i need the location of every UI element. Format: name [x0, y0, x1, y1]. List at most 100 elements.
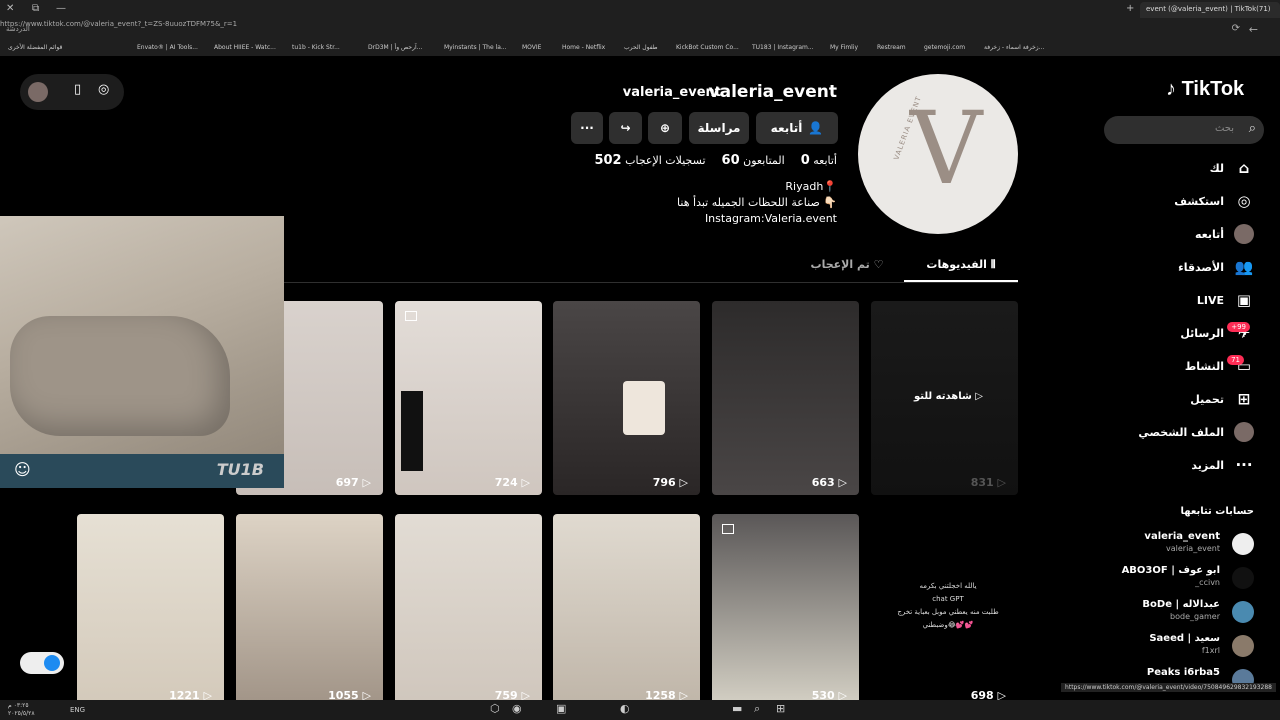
view-count: 1055 ▷: [328, 689, 371, 700]
stat-label: المتابعون: [743, 154, 785, 167]
bookmark-item[interactable]: KickBot Custom Co...: [676, 44, 739, 51]
video-card[interactable]: 796 ▷: [553, 301, 700, 495]
user-avatar[interactable]: [28, 82, 48, 102]
address-bar[interactable]: https://www.tiktok.com/@valeria_event?_t…: [0, 20, 237, 28]
account-name: Saeed | سعيد: [1149, 633, 1220, 644]
avatar: [1232, 567, 1254, 589]
profile-tabs: الفيديوهات ⦀ تم الإعجاب ♡: [790, 252, 1018, 282]
bookmark-item[interactable]: About HIIEE - Watc...: [214, 44, 276, 51]
search-input[interactable]: بحث ⌕: [1104, 116, 1264, 144]
bookmark-item[interactable]: Home - Netflix: [562, 44, 605, 51]
view-count: 530 ▷: [811, 689, 847, 700]
video-card[interactable]: 1055 ▷: [236, 514, 383, 700]
search-icon[interactable]: ⌕: [1249, 121, 1256, 136]
following-stat[interactable]: أتابعه 0: [797, 153, 837, 168]
browser-tab[interactable]: event (@valeria_event) | TikTok(71): [1140, 2, 1280, 18]
taskbar-app-icon[interactable]: ⬡: [490, 702, 500, 715]
stat-value: 0: [800, 153, 810, 168]
following-button[interactable]: أتابعه 👤: [756, 112, 838, 144]
video-card[interactable]: 1221 ▷: [77, 514, 224, 700]
sidebar-item-live[interactable]: LIVE ▣: [1197, 288, 1254, 312]
bookmark-item[interactable]: MOVIE: [522, 44, 541, 51]
bookmark-item[interactable]: getemoji.com: [924, 44, 965, 51]
bookmark-item[interactable]: Myinstants | The la...: [444, 44, 507, 51]
photo-icon: [405, 311, 417, 321]
stat-label: أتابعه: [813, 154, 837, 167]
edge-icon[interactable]: ◐: [620, 702, 630, 715]
avatar: [1232, 635, 1254, 657]
view-count: 663 ▷: [811, 476, 847, 489]
video-card[interactable]: 530 ▷: [712, 514, 859, 700]
video-card[interactable]: 724 ▷: [395, 301, 542, 495]
add-user-icon: ⊕: [659, 121, 671, 135]
restore-icon[interactable]: ⧉: [32, 3, 39, 14]
messages-badge: +99: [1227, 322, 1250, 332]
sidebar-item-foryou[interactable]: لك ⌂: [1210, 156, 1254, 180]
more-icon: ···: [1235, 456, 1253, 474]
webcam-overlay: ☺ TU1B: [0, 216, 284, 488]
bookmark-item[interactable]: TU183 | Instagram...: [752, 44, 814, 51]
reload-icon[interactable]: ⟳: [1232, 23, 1240, 34]
language-indicator[interactable]: ENG: [70, 706, 85, 714]
windows-icon[interactable]: ⊞: [776, 702, 785, 715]
chrome-icon[interactable]: ◉: [512, 702, 522, 715]
bio-line[interactable]: Instagram:Valeria.event: [677, 211, 837, 227]
message-button[interactable]: مراسلة: [689, 112, 749, 144]
more-options-button[interactable]: ···: [571, 112, 603, 144]
bookmark-item[interactable]: DrD3M | آرحص وأ...: [368, 44, 422, 51]
following-account[interactable]: valeria_event valeria_event: [1094, 529, 1254, 559]
sidebar-label: استكشف: [1174, 194, 1224, 208]
share-button[interactable]: ↪: [609, 112, 642, 144]
profile-avatar[interactable]: VALERIA EVENT V: [858, 74, 1018, 234]
profile-bio: Riyadh📍 صناعة اللحظات الجميله تبدأ هنا 👇…: [677, 179, 837, 227]
following-account[interactable]: BoDe | عبدالاله bode_gamer: [1094, 597, 1254, 627]
tab-title: event (@valeria_event) | TikTok(71): [1146, 5, 1271, 13]
pillow-image: [10, 316, 230, 436]
following-account[interactable]: Saeed | سعيد f1xrl: [1094, 631, 1254, 661]
tab-videos[interactable]: الفيديوهات ⦀: [904, 252, 1018, 282]
bookmark-item[interactable]: My Fimliy: [830, 44, 858, 51]
user-check-icon: 👤: [808, 121, 824, 135]
floating-widget[interactable]: [20, 652, 64, 674]
bookmark-item[interactable]: طفول الحرب: [624, 44, 658, 51]
music-note-icon: ♪: [1166, 78, 1176, 100]
video-card[interactable]: 759 ▷: [395, 514, 542, 700]
profile-label[interactable]: الدردشة: [6, 25, 30, 33]
profile-nickname: valeria_event: [622, 85, 721, 100]
overlay-banner: ☺ TU1B: [0, 454, 284, 488]
following-account[interactable]: ABO3OF | ابو عوف _ccivn: [1094, 563, 1254, 593]
bookmark-item[interactable]: Envato® | AI Tools...: [137, 44, 198, 51]
search-icon[interactable]: ⌕: [754, 702, 760, 716]
tab-liked[interactable]: تم الإعجاب ♡: [790, 252, 904, 282]
taskbar-app-icon[interactable]: ▣: [556, 702, 566, 715]
status-url: https://www.tiktok.com/@valeria_event/vi…: [1061, 683, 1276, 692]
close-icon[interactable]: ✕: [6, 3, 14, 14]
sidebar-item-more[interactable]: المزيد ···: [1191, 453, 1254, 477]
stat-label: تسجيلات الإعجاب: [625, 154, 706, 167]
send-icon: [44, 655, 60, 671]
bio-line: Riyadh📍: [785, 180, 837, 193]
video-card[interactable]: 1258 ▷: [553, 514, 700, 700]
bookmark-item[interactable]: Restream: [877, 44, 906, 51]
other-bookmarks[interactable]: قوائم المفضلة الأخرى: [8, 44, 62, 51]
bookmark-item[interactable]: زخرفة اسماء - زخرفة...: [984, 44, 1044, 51]
account-name: BoDe | عبدالاله: [1142, 599, 1220, 610]
phone-icon[interactable]: ▯: [74, 82, 81, 97]
compass-small-icon[interactable]: ◎: [98, 82, 109, 97]
sidebar-item-profile[interactable]: الملف الشخصي: [1138, 420, 1254, 444]
heart-icon: ♡: [873, 258, 884, 271]
bookmark-item[interactable]: tu1b - Kick Str...: [292, 44, 340, 51]
tiktok-logo[interactable]: ♪ TikTok: [1166, 78, 1244, 101]
followers-stat[interactable]: المتابعون 60: [718, 153, 785, 168]
folder-icon[interactable]: ▬: [732, 702, 742, 715]
sidebar-item-friends[interactable]: الأصدقاء 👥: [1178, 255, 1254, 279]
new-tab-icon[interactable]: +: [1126, 3, 1134, 14]
sidebar-item-following[interactable]: أتابعه: [1195, 222, 1254, 246]
sidebar-item-upload[interactable]: تحميل ⊞: [1190, 387, 1254, 411]
sidebar-item-explore[interactable]: استكشف ◎: [1174, 189, 1254, 213]
video-card[interactable]: 663 ▷: [712, 301, 859, 495]
minimize-icon[interactable]: —: [56, 3, 66, 14]
back-arrow-icon[interactable]: ←: [1249, 23, 1258, 36]
add-friend-button[interactable]: ⊕: [648, 112, 682, 144]
more-icon: ···: [580, 121, 594, 135]
